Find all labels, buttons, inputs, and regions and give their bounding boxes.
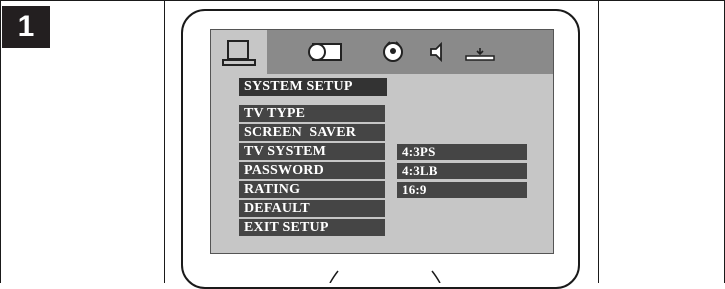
- menu-item-tv-type[interactable]: TV TYPE: [239, 105, 385, 122]
- menu-item-rating[interactable]: RATING: [239, 181, 385, 198]
- menu-item-screen-saver[interactable]: SCREEN SAVER: [239, 124, 385, 141]
- menu-icon-bar: [211, 30, 553, 74]
- menu-item-tv-system[interactable]: TV SYSTEM: [239, 143, 385, 160]
- option-16-9[interactable]: 16:9: [397, 182, 527, 198]
- tab-system-setup[interactable]: [211, 30, 267, 74]
- tv-stand-lines: [329, 270, 441, 283]
- system-setup-icon: [222, 40, 256, 66]
- tab-audio-setup[interactable]: [417, 30, 457, 74]
- setup-menu-screen: SYSTEM SETUP TV TYPE SCREEN SAVER TV SYS…: [210, 29, 554, 254]
- table-left-border: [0, 0, 1, 283]
- menu-item-default[interactable]: DEFAULT: [239, 200, 385, 217]
- option-4-3lb[interactable]: 4:3LB: [397, 163, 527, 179]
- menu-item-password[interactable]: PASSWORD: [239, 162, 385, 179]
- tab-speaker-setup[interactable]: [457, 30, 503, 74]
- tab-language-setup[interactable]: [297, 30, 353, 74]
- audio-setup-icon: [430, 41, 442, 63]
- column-divider-left: [164, 0, 165, 283]
- language-setup-icon: [308, 43, 342, 61]
- column-divider-right: [598, 0, 599, 283]
- table-top-border: [0, 0, 725, 1]
- tab-video-setup[interactable]: [371, 30, 415, 74]
- menu-item-exit-setup[interactable]: EXIT SETUP: [239, 219, 385, 236]
- speaker-setup-icon: [465, 48, 495, 61]
- option-4-3ps[interactable]: 4:3PS: [397, 144, 527, 160]
- step-number-badge: 1: [2, 6, 50, 48]
- menu-title: SYSTEM SETUP: [239, 78, 387, 96]
- video-setup-icon: [383, 41, 403, 62]
